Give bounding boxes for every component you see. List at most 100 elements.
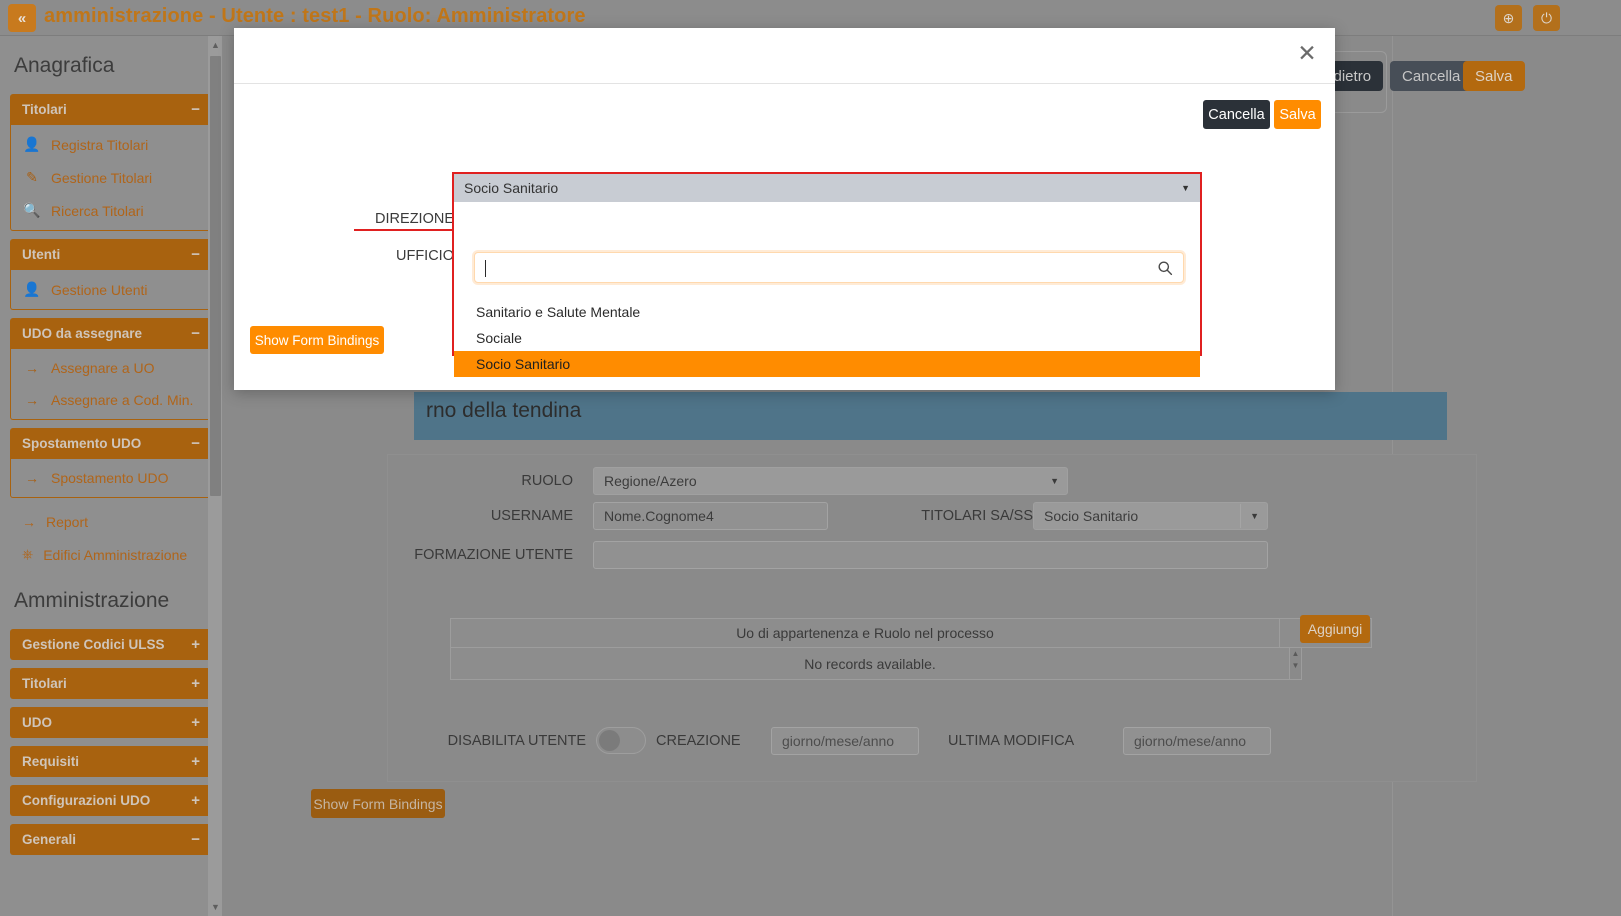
sidebar-group-spostamento-udo: Spostamento UDO − → Spostamento UDO — [10, 428, 212, 498]
sidebar-group-header-udo-da-assegnare[interactable]: UDO da assegnare − — [10, 318, 212, 349]
ultima-modifica-placeholder: giorno/mese/anno — [1134, 733, 1247, 749]
scroll-up-icon[interactable]: ▲ — [1290, 648, 1301, 660]
sidebar-item-label: Gestione Titolari — [51, 169, 153, 186]
username-label: USERNAME — [490, 508, 573, 524]
sidebar-item-label: Spostamento UDO — [51, 470, 169, 486]
sidebar-item-ricerca-titolari[interactable]: 🔍 Ricerca Titolari — [11, 194, 211, 227]
table-empty-row: No records available. — [450, 648, 1290, 680]
close-icon[interactable]: ✕ — [1293, 40, 1321, 68]
sidebar-group-header-utenti[interactable]: Utenti − — [10, 239, 212, 270]
sidebar-group-label: UDO — [22, 715, 52, 730]
ultima-modifica-label: ULTIMA MODIFICA — [948, 733, 1075, 749]
table-header: Uo di appartenenza e Ruolo nel processo — [450, 618, 1280, 648]
direzione-selected-value: Socio Sanitario — [464, 180, 559, 196]
info-banner: rno della tendina — [414, 392, 1447, 440]
scroll-down-icon[interactable]: ▼ — [210, 900, 221, 914]
formazione-label: FORMAZIONE UTENTE — [414, 547, 573, 563]
sidebar-item-label: Registra Titolari — [51, 136, 149, 153]
power-glyph: ⏻ — [1540, 9, 1553, 26]
sidebar-group-label: Spostamento UDO — [22, 436, 142, 451]
sidebar-group-label: UDO da assegnare — [22, 326, 143, 341]
search-icon: 🔍 — [23, 202, 41, 218]
direzione-modal: ✕ Cancella Salva DIREZIONE UFFICIO Socio… — [234, 28, 1335, 390]
chevron-down-icon: ▼ — [1250, 511, 1259, 521]
modal-cancella-button[interactable]: Cancella — [1203, 100, 1270, 129]
creazione-placeholder: giorno/mese/anno — [782, 733, 895, 749]
sidebar-scrollbar[interactable]: ▲ ▼ — [208, 36, 222, 916]
ultima-modifica-input[interactable]: giorno/mese/anno — [1123, 727, 1271, 755]
sidebar-item-spostamento-udo[interactable]: → Spostamento UDO — [11, 462, 211, 494]
sidebar-group-body-udo-da-assegnare: → Assegnare a UO → Assegnare a Cod. Min. — [10, 349, 212, 420]
sidebar-group-body-utenti: 👤 Gestione Utenti — [10, 270, 212, 310]
sidebar-item-edifici-amministrazione[interactable]: ⎈ Edifici Amministrazione — [0, 538, 222, 571]
show-form-bindings-button-main[interactable]: Show Form Bindings — [311, 789, 445, 818]
sidebar-item-label: Assegnare a UO — [51, 360, 155, 376]
disabilita-utente-toggle[interactable] — [596, 727, 646, 754]
sidebar-group-header-requisiti[interactable]: Requisiti + — [10, 746, 212, 777]
modal-salva-button[interactable]: Salva — [1274, 100, 1321, 129]
direzione-select-trigger[interactable]: Socio Sanitario ▼ — [454, 174, 1200, 202]
titolari-select[interactable]: Socio Sanitario ▼ — [1033, 502, 1268, 530]
sidebar-item-assegnare-a-cod-min[interactable]: → Assegnare a Cod. Min. — [11, 384, 211, 416]
plus-icon: + — [191, 675, 200, 692]
chevron-down-icon: ▼ — [1181, 183, 1190, 193]
sidebar-item-gestione-utenti[interactable]: 👤 Gestione Utenti — [11, 273, 211, 306]
creazione-input[interactable]: giorno/mese/anno — [771, 727, 919, 755]
sidebar-item-gestione-titolari[interactable]: ✎ Gestione Titolari — [11, 161, 211, 194]
sidebar-group-udo: UDO + — [10, 707, 212, 738]
edit-icon: ✎ — [26, 169, 38, 185]
sidebar-group-header-udo[interactable]: UDO + — [10, 707, 212, 738]
power-icon[interactable]: ⏻ — [1533, 5, 1560, 31]
sidebar-group-label: Requisiti — [22, 754, 80, 769]
sidebar-group-label: Generali — [22, 832, 77, 847]
salva-button[interactable]: Salva — [1463, 61, 1525, 91]
aggiungi-button[interactable]: Aggiungi — [1300, 615, 1370, 643]
scroll-up-icon[interactable]: ▲ — [210, 38, 221, 52]
collapse-glyph: « — [17, 9, 27, 27]
globe-icon[interactable]: ⊕ — [1495, 5, 1522, 31]
ruolo-value: Regione/Azero — [604, 473, 697, 489]
arrow-right-icon: → — [22, 514, 36, 530]
ufficio-label: UFFICIO — [396, 248, 454, 264]
sidebar-group-utenti: Utenti − 👤 Gestione Utenti — [10, 239, 212, 310]
dropdown-search-input[interactable] — [474, 252, 1184, 283]
sidebar-group-header-generali[interactable]: Generali − — [10, 824, 212, 855]
sidebar-scroll-thumb[interactable] — [210, 56, 221, 496]
sidebar-item-report[interactable]: → Report — [0, 506, 222, 538]
sidebar: Anagrafica Titolari − 👤 Registra Titolar… — [0, 36, 222, 916]
plus-icon: + — [191, 792, 200, 809]
plus-icon: + — [191, 636, 200, 653]
select-divider — [1240, 504, 1241, 528]
text-cursor — [485, 260, 486, 277]
sidebar-group-header-spostamento-udo[interactable]: Spostamento UDO − — [10, 428, 212, 459]
table-scrollbar[interactable]: ▲ ▼ — [1290, 648, 1302, 680]
username-input[interactable]: Nome.Cognome4 — [593, 502, 828, 530]
sidebar-item-label: Edifici Amministrazione — [43, 546, 188, 563]
minus-icon: − — [191, 831, 200, 848]
sidebar-group-header-titolari[interactable]: Titolari − — [10, 94, 212, 125]
dropdown-option-selected[interactable]: Socio Sanitario — [454, 351, 1200, 377]
sidebar-collapse-icon[interactable]: « — [8, 4, 36, 32]
show-form-bindings-button-modal[interactable]: Show Form Bindings — [250, 326, 384, 354]
dropdown-option[interactable]: Sociale — [454, 325, 1200, 351]
sidebar-group-label: Gestione Codici ULSS — [22, 637, 165, 652]
sidebar-item-registra-titolari[interactable]: 👤 Registra Titolari — [11, 128, 211, 161]
sidebar-group-label: Titolari — [22, 676, 67, 691]
minus-icon: − — [191, 325, 200, 342]
sidebar-group-header-gestione-codici-ulss[interactable]: Gestione Codici ULSS + — [10, 629, 212, 660]
sidebar-group-configurazioni-udo: Configurazioni UDO + — [10, 785, 212, 816]
cancella-button[interactable]: Cancella — [1390, 61, 1473, 91]
titolari-label: TITOLARI SA/SS — [921, 508, 1033, 524]
creazione-label: CREAZIONE — [656, 733, 741, 749]
scroll-down-icon[interactable]: ▼ — [1290, 660, 1301, 672]
formazione-input[interactable] — [593, 541, 1268, 569]
sidebar-group-header-configurazioni-udo[interactable]: Configurazioni UDO + — [10, 785, 212, 816]
dropdown-option[interactable]: Sanitario e Salute Mentale — [454, 299, 1200, 325]
page-title: amministrazione - Utente : test1 - Ruolo… — [44, 5, 586, 27]
sidebar-item-assegnare-a-uo[interactable]: → Assegnare a UO — [11, 352, 211, 384]
disabilita-utente-label: DISABILITA UTENTE — [447, 733, 586, 749]
sidebar-group-header-titolari-admin[interactable]: Titolari + — [10, 668, 212, 699]
sidebar-group-titolari: Titolari − 👤 Registra Titolari ✎ Gestion… — [10, 94, 212, 231]
ruolo-select[interactable]: Regione/Azero ▼ — [593, 467, 1068, 495]
ruolo-label: RUOLO — [521, 473, 573, 489]
